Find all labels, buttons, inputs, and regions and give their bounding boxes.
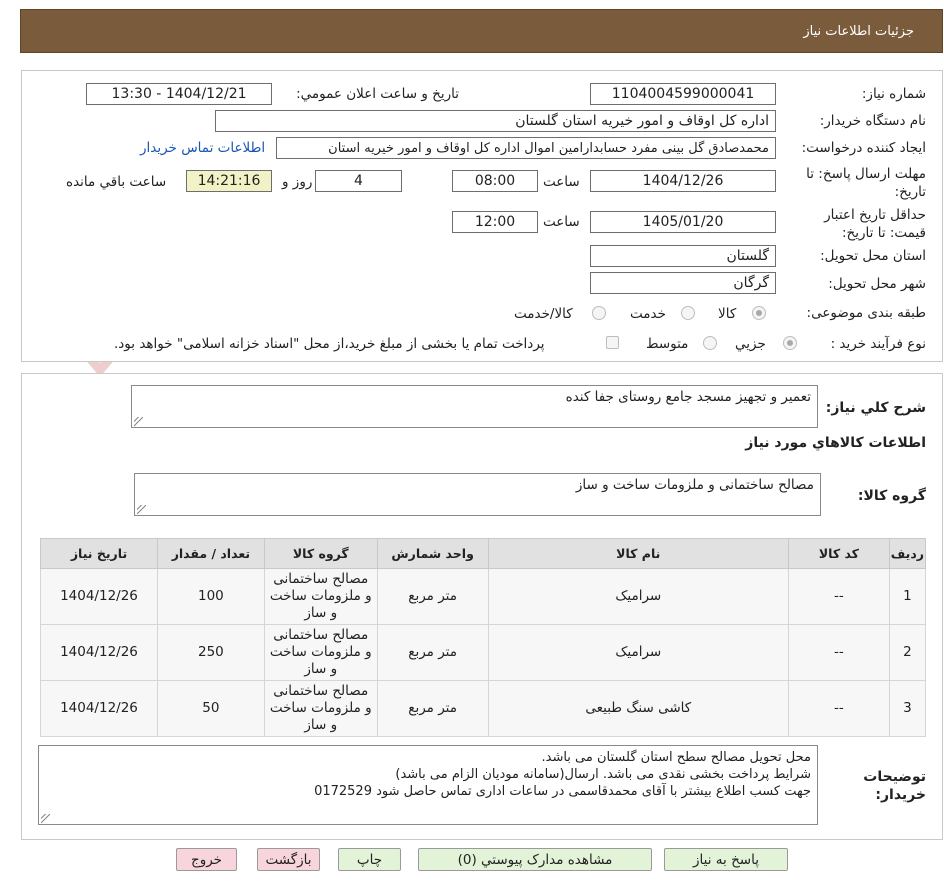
announce-datetime-field: 1404/12/21 - 13:30 bbox=[86, 83, 272, 105]
exit-button[interactable]: خروج bbox=[176, 848, 237, 871]
print-button[interactable]: چاپ bbox=[338, 848, 401, 871]
validity-time-label: ساعت bbox=[543, 214, 580, 230]
resize-grip-icon[interactable] bbox=[134, 417, 143, 426]
description-text: تعمیر و تجهیز مسجد جامع روستای جفا کنده bbox=[565, 389, 811, 405]
category-option-goods: کالا bbox=[718, 306, 737, 322]
city-field: گرگان bbox=[590, 272, 776, 294]
validity-time-field: 12:00 bbox=[452, 211, 538, 233]
need-number-field: 1104004599000041 bbox=[590, 83, 776, 105]
days-label: روز و bbox=[282, 174, 313, 190]
buyer-org-label: نام دستگاه خريدار: bbox=[819, 113, 926, 129]
cell-date: 1404/12/26 bbox=[40, 680, 158, 737]
deadline-time-field: 08:00 bbox=[452, 170, 538, 192]
attachments-button[interactable]: مشاهده مدارک پيوستي (0) bbox=[418, 848, 652, 871]
cell-code: -- bbox=[787, 568, 890, 625]
validity-label: حداقل تاريخ اعتبار قيمت: تا تاريخ: bbox=[824, 207, 926, 241]
process-radio-minor[interactable] bbox=[783, 336, 797, 350]
goods-group-textarea[interactable]: مصالح ساختمانی و ملزومات ساخت و ساز bbox=[134, 473, 821, 516]
cell-date: 1404/12/26 bbox=[40, 624, 158, 681]
category-option-service: خدمت bbox=[630, 306, 666, 322]
requester-label: ايجاد کننده درخواست: bbox=[801, 140, 926, 156]
cell-code: -- bbox=[787, 624, 890, 681]
col-row: رديف bbox=[888, 538, 927, 569]
treasury-payment-checkbox[interactable] bbox=[606, 336, 619, 349]
buyer-notes-line-1: محل تحویل مصالح سطح استان گلستان می باشد… bbox=[541, 750, 812, 765]
cell-unit: متر مربع bbox=[376, 568, 489, 625]
province-field: گلستان bbox=[590, 245, 776, 267]
page-title: جزئیات اطلاعات نیاز bbox=[803, 23, 914, 39]
goods-table-wrapper: رديف کد کالا نام کالا واحد شمارش گروه کا… bbox=[40, 538, 927, 737]
cell-qty: 100 bbox=[156, 568, 265, 625]
col-date: تاريخ نياز bbox=[40, 538, 158, 569]
col-name: نام کالا bbox=[487, 538, 789, 569]
cell-row: 2 bbox=[888, 624, 927, 681]
province-label: استان محل تحويل: bbox=[820, 248, 926, 264]
col-code: کد کالا bbox=[787, 538, 890, 569]
city-label: شهر محل تحويل: bbox=[828, 276, 926, 292]
cell-row: 1 bbox=[888, 568, 927, 625]
cell-group: مصالح ساختمانی و ملزومات ساخت و ساز bbox=[263, 680, 378, 737]
table-row: 1 -- سرامیک متر مربع مصالح ساختمانی و مل… bbox=[40, 568, 927, 625]
process-label: نوع فرآيند خريد : bbox=[830, 336, 926, 352]
col-unit: واحد شمارش bbox=[376, 538, 489, 569]
cell-code: -- bbox=[787, 680, 890, 737]
buyer-notes-line-3: جهت کسب اطلاع بیشتر با آقای محمدقاسمی در… bbox=[314, 784, 811, 799]
cell-row: 3 bbox=[888, 680, 927, 737]
cell-name: سرامیک bbox=[487, 624, 789, 681]
requester-field: محمدصادق گل بینی مفرد حسابدارامین اموال … bbox=[276, 137, 776, 159]
goods-table: رديف کد کالا نام کالا واحد شمارش گروه کا… bbox=[40, 538, 927, 737]
cell-qty: 50 bbox=[156, 680, 265, 737]
col-qty: تعداد / مقدار bbox=[156, 538, 265, 569]
cell-group: مصالح ساختمانی و ملزومات ساخت و ساز bbox=[263, 624, 378, 681]
resize-grip-icon[interactable] bbox=[137, 505, 146, 514]
description-textarea[interactable]: تعمیر و تجهیز مسجد جامع روستای جفا کنده bbox=[131, 385, 818, 428]
deadline-date-field: 1404/12/26 bbox=[590, 170, 776, 192]
category-label: طبقه بندی موضوعی: bbox=[806, 305, 926, 321]
announce-label: تاریخ و ساعت اعلان عمومي: bbox=[296, 86, 459, 102]
col-group: گروه کالا bbox=[263, 538, 378, 569]
buyer-contact-link[interactable]: اطلاعات تماس خريدار bbox=[140, 140, 265, 156]
goods-table-header: رديف کد کالا نام کالا واحد شمارش گروه کا… bbox=[40, 538, 927, 569]
buyer-notes-label: توضيحات خريدار: bbox=[863, 769, 926, 803]
category-radio-goods-service[interactable] bbox=[592, 306, 606, 320]
remaining-time-label: ساعت باقي مانده bbox=[66, 174, 167, 190]
cell-group: مصالح ساختمانی و ملزومات ساخت و ساز bbox=[263, 568, 378, 625]
validity-date-field: 1405/01/20 bbox=[590, 211, 776, 233]
cell-name: کاشی سنگ طبیعی bbox=[487, 680, 789, 737]
back-button[interactable]: بازگشت bbox=[257, 848, 320, 871]
need-number-label: شماره نیاز: bbox=[861, 86, 926, 102]
table-row: 2 -- سرامیک متر مربع مصالح ساختمانی و مل… bbox=[40, 624, 927, 681]
process-option-medium: متوسط bbox=[646, 336, 689, 352]
buyer-org-field: اداره کل اوقاف و امور خیریه استان گلستان bbox=[215, 110, 776, 132]
goods-section-title: اطلاعات کالاهاي مورد نياز bbox=[745, 435, 926, 451]
description-label: شرح کلي نياز: bbox=[825, 400, 926, 416]
resize-grip-icon[interactable] bbox=[41, 814, 50, 823]
goods-group-label: گروه کالا: bbox=[857, 488, 926, 504]
cell-name: سرامیک bbox=[487, 568, 789, 625]
page-header: جزئیات اطلاعات نیاز bbox=[20, 9, 943, 53]
treasury-payment-note: پرداخت تمام يا بخشی از مبلغ خريد،از محل … bbox=[114, 336, 545, 352]
process-radio-medium[interactable] bbox=[703, 336, 717, 350]
process-option-minor: جزيي bbox=[735, 336, 766, 352]
deadline-label: مهلت ارسال پاسخ: تا تاريخ: bbox=[806, 166, 926, 200]
category-radio-service[interactable] bbox=[681, 306, 695, 320]
goods-group-text: مصالح ساختمانی و ملزومات ساخت و ساز bbox=[575, 477, 814, 493]
days-remaining-field: 4 bbox=[315, 170, 402, 192]
buyer-notes-line-2: شرایط پرداخت بخشی نقدی می باشد. ارسال(سا… bbox=[395, 767, 811, 782]
cell-unit: متر مربع bbox=[376, 624, 489, 681]
cell-qty: 250 bbox=[156, 624, 265, 681]
buyer-notes-textarea[interactable]: محل تحویل مصالح سطح استان گلستان می باشد… bbox=[38, 745, 818, 825]
category-radio-goods[interactable] bbox=[752, 306, 766, 320]
reply-button[interactable]: پاسخ به نياز bbox=[664, 848, 788, 871]
remaining-time-field: 14:21:16 bbox=[186, 170, 272, 192]
table-row: 3 -- کاشی سنگ طبیعی متر مربع مصالح ساختم… bbox=[40, 680, 927, 737]
cell-date: 1404/12/26 bbox=[40, 568, 158, 625]
deadline-time-label: ساعت bbox=[543, 174, 580, 190]
cell-unit: متر مربع bbox=[376, 680, 489, 737]
category-option-goods-service: کالا/خدمت bbox=[514, 306, 573, 322]
